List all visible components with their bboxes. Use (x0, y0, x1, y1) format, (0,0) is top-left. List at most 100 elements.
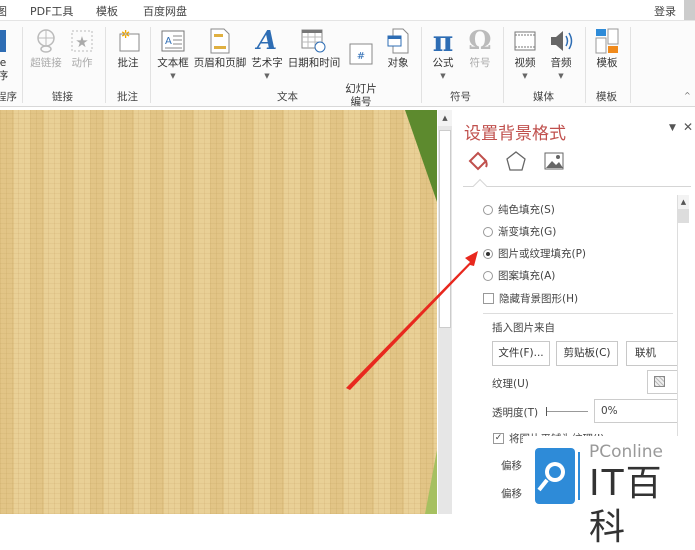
collapse-ribbon-icon[interactable]: ^ (684, 91, 691, 100)
template-label: 模板 (596, 57, 618, 69)
file-button[interactable]: 文件(F)... (492, 341, 550, 366)
equation-button[interactable]: π 公式 ▼ (428, 27, 458, 83)
close-icon[interactable]: ✕ (683, 120, 693, 134)
panel-title: 设置背景格式 (464, 124, 566, 144)
textbox-icon: A (155, 27, 191, 55)
panel-options-icon[interactable]: ▼ (669, 123, 676, 133)
new-comment-icon: ✲ (111, 27, 145, 55)
template-button[interactable]: 模板 (592, 27, 622, 70)
radio-icon (483, 270, 493, 281)
symbol-button[interactable]: Ω 符号 (465, 27, 495, 70)
datetime-label: 日期和时间 (287, 57, 341, 69)
clipboard-button[interactable]: 剪贴板(C) (556, 341, 618, 366)
slide-number-button[interactable]: # 幻灯片 编号 (343, 27, 379, 109)
calendar-clock-icon (286, 27, 342, 55)
video-label: 视频 (514, 57, 536, 69)
pentagon-effects-icon[interactable] (505, 150, 527, 175)
object-button[interactable]: 对象 (383, 27, 413, 70)
header-footer-label: 页眉和页脚 (193, 57, 247, 69)
pconline-watermark: PConline IT百科 (523, 436, 695, 548)
offset-y-label: 偏移 (501, 488, 522, 500)
object-icon (383, 27, 413, 55)
picture-icon[interactable] (543, 150, 565, 175)
slide-canvas[interactable] (0, 110, 437, 514)
radio-picture-texture-fill[interactable]: 图片或纹理填充(P) (483, 246, 586, 261)
comment-button[interactable]: ✲ 批注 (111, 27, 145, 70)
menu-baidu-pan[interactable]: 百度网盘 (143, 3, 187, 19)
chevron-down-icon: ▼ (522, 72, 528, 80)
radio-gradient-fill[interactable]: 渐变填充(G) (483, 224, 556, 239)
chevron-down-icon: ▼ (170, 72, 176, 80)
tab-divider (463, 186, 691, 187)
texture-dropdown[interactable] (647, 370, 679, 394)
divider (503, 27, 504, 103)
app-icon (0, 30, 6, 52)
transparency-input[interactable]: 0% (594, 399, 684, 423)
film-icon (510, 27, 540, 55)
star-icon: ★ (68, 27, 96, 55)
wordart-label: 艺术字 (251, 57, 283, 69)
divider (585, 27, 586, 103)
partial-button[interactable]: e序 (0, 27, 12, 83)
comment-label: 批注 (117, 57, 139, 69)
group-label-program: 程序 (0, 91, 17, 103)
option-label: 图案填充(A) (498, 270, 556, 282)
wordart-button[interactable]: A 艺术字 ▼ (249, 27, 285, 83)
menu-bar: 图 PDF工具 模板 百度网盘 登录 (0, 0, 695, 21)
divider (630, 27, 631, 103)
divider (105, 27, 106, 103)
radio-icon (483, 204, 493, 215)
menu-pdf-tools[interactable]: PDF工具 (30, 3, 73, 19)
radio-icon (483, 226, 493, 237)
audio-label: 音频 (550, 57, 572, 69)
header-footer-button[interactable]: 页眉和页脚 (192, 27, 248, 70)
radio-pattern-fill[interactable]: 图案填充(A) (483, 268, 555, 283)
checkbox-icon (483, 293, 494, 304)
pi-icon: π (432, 24, 454, 58)
svg-text:#: # (357, 51, 365, 62)
template-icon (592, 27, 622, 55)
section-divider (483, 313, 673, 314)
textbox-button[interactable]: A 文本框 ▼ (155, 27, 191, 83)
radio-selected-icon (483, 248, 493, 259)
divider (421, 27, 422, 103)
online-button[interactable]: 联机(E)... (626, 341, 678, 366)
option-label: 渐变填充(G) (498, 226, 557, 238)
hyperlink-button[interactable]: 超链接 (27, 27, 65, 70)
scroll-thumb[interactable] (439, 130, 451, 328)
login-link[interactable]: 登录 (654, 3, 676, 19)
transparency-label: 透明度(T) (492, 407, 539, 419)
chevron-down-icon: ▼ (440, 72, 446, 80)
symbol-label: 符号 (469, 57, 491, 69)
svg-text:★: ★ (75, 33, 88, 51)
partial-label-2: 序 (0, 70, 9, 82)
ribbon: e序 程序 超链接 ★ 动作 链接 ✲ 批注 批注 A 文本框 ▼ 页眉和页脚 A… (0, 21, 695, 109)
group-label-symbols: 符号 (450, 91, 471, 103)
chevron-down-icon: ▼ (264, 72, 270, 80)
chevron-down-icon: ▼ (558, 72, 564, 80)
avatar[interactable] (684, 0, 695, 20)
green-triangle-top (405, 110, 437, 202)
scroll-up-icon[interactable]: ▲ (678, 195, 689, 209)
canvas-scrollbar[interactable]: ▲ (438, 110, 452, 514)
checkbox-checked-icon: ✓ (493, 433, 504, 444)
slider-handle[interactable] (546, 407, 547, 416)
audio-button[interactable]: 音频 ▼ (546, 27, 576, 83)
menu-templates[interactable]: 模板 (96, 3, 118, 19)
transparency-slider[interactable] (546, 407, 588, 416)
divider (150, 27, 151, 103)
scroll-up-icon[interactable]: ▲ (438, 110, 452, 126)
option-label: 纯色填充(S) (498, 204, 555, 216)
panel-scroll-thumb[interactable] (678, 209, 689, 223)
radio-solid-fill[interactable]: 纯色填充(S) (483, 202, 555, 217)
hide-background-checkbox[interactable]: 隐藏背景图形(H) (483, 291, 578, 306)
slide-decoration (405, 110, 437, 514)
action-button[interactable]: ★ 动作 (68, 27, 96, 70)
menu-partial[interactable]: 图 (0, 3, 7, 19)
wordart-icon: A (256, 25, 278, 56)
header-footer-icon (192, 27, 248, 55)
datetime-button[interactable]: 日期和时间 (286, 27, 342, 70)
video-button[interactable]: 视频 ▼ (510, 27, 540, 83)
slide-number-label: 幻灯片 编号 (345, 83, 377, 108)
fill-bucket-icon[interactable] (467, 150, 489, 175)
